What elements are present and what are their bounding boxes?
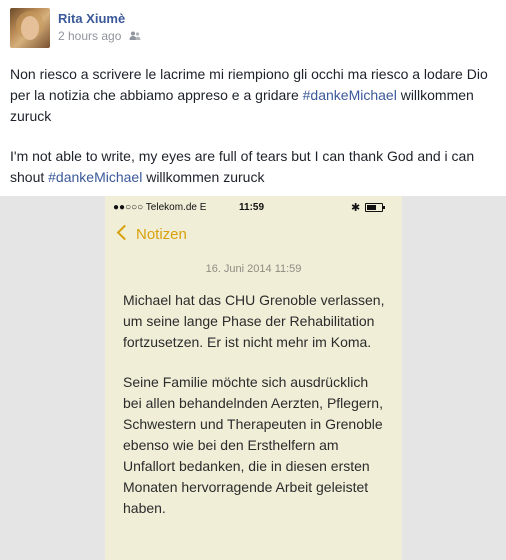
friends-icon[interactable] (129, 30, 141, 44)
note-paragraph: Michael hat das CHU Grenoble verlassen, … (123, 292, 385, 350)
note-body: Michael hat das CHU Grenoble verlassen, … (123, 290, 385, 538)
avatar-face (21, 16, 39, 40)
post-timestamp[interactable]: 2 hours ago (58, 29, 121, 43)
hashtag-link[interactable]: #dankeMichael (303, 87, 397, 103)
post-text-italian: Non riesco a scrivere le lacrime mi riem… (10, 64, 500, 127)
post-text-english: I'm not able to write, my eyes are full … (10, 146, 500, 188)
post-meta: 2 hours ago (58, 29, 141, 44)
author-name[interactable]: Rita Xiumè (58, 11, 125, 26)
post-text: Non riesco a scrivere le lacrime mi riem… (10, 64, 500, 207)
phone-screenshot: ●●○○○ Telekom.de E 11:59 ✱ Notizen 16. J… (105, 196, 402, 560)
phone-status-bar: ●●○○○ Telekom.de E 11:59 ✱ (105, 196, 402, 218)
bluetooth-icon: ✱ (351, 202, 361, 214)
hashtag-link[interactable]: #dankeMichael (48, 169, 142, 185)
phone-clock: 11:59 (239, 202, 265, 213)
notes-back-label: Notizen (136, 226, 187, 243)
post-text-segment: willkommen zuruck (142, 169, 265, 185)
notes-back-button: Notizen (116, 224, 187, 243)
battery-icon (365, 203, 385, 212)
note-paragraph: Seine Familie möchte sich ausdrücklich b… (123, 374, 383, 516)
chevron-left-icon (116, 224, 133, 241)
post-photo[interactable]: ●●○○○ Telekom.de E 11:59 ✱ Notizen 16. J… (0, 196, 506, 560)
carrier-label: ●●○○○ Telekom.de E (113, 202, 207, 213)
note-date: 16. Juni 2014 11:59 (205, 263, 302, 275)
avatar[interactable] (10, 8, 50, 48)
